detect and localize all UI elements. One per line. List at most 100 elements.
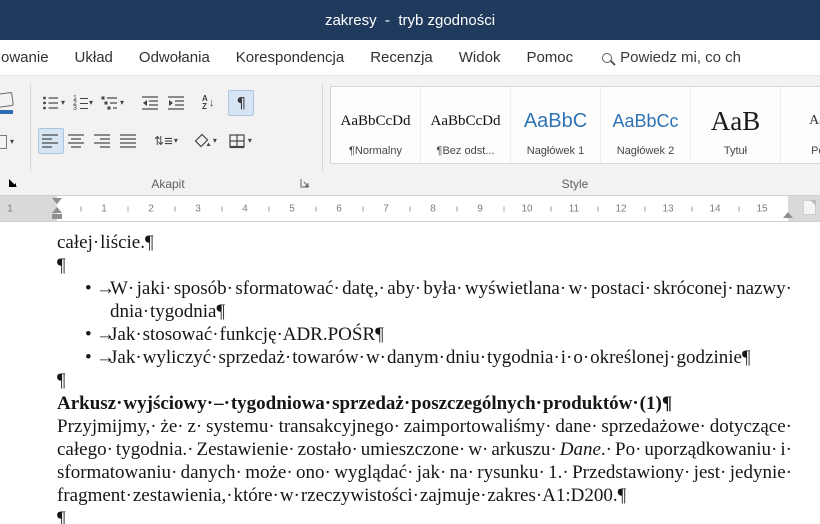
chevron-down-icon: ▾ — [212, 136, 217, 145]
first-line-indent-marker[interactable] — [52, 198, 62, 204]
numbering-button[interactable]: 1 2 3 ▾ — [69, 90, 97, 116]
paragraph[interactable]: całej· liście.¶ — [57, 231, 792, 254]
tab-widok[interactable]: Widok — [446, 49, 514, 66]
font-dialog-launcher-icon[interactable] — [6, 176, 20, 190]
bullet-marker: • — [85, 347, 92, 368]
paint-bucket-icon — [194, 133, 211, 148]
pilcrow-icon: ¶ — [236, 94, 247, 112]
empty-paragraph[interactable]: ¶ — [57, 254, 792, 277]
show-formatting-marks-button[interactable]: ¶ — [228, 90, 255, 116]
list-item[interactable]: • → W· jaki· sposób· sformatować· datę,·… — [57, 277, 792, 323]
list-item-text: Jak· wyliczyć· sprzedaż· towarów· w· dan… — [110, 347, 751, 368]
style-name: ¶Bez odst... — [436, 145, 495, 157]
italic-text: Dane — [559, 439, 601, 460]
ruler-tick — [174, 206, 175, 211]
ruler-tick — [80, 206, 81, 211]
ruler-tick — [456, 206, 457, 211]
partial-font-group-icon[interactable] — [0, 92, 17, 116]
multilevel-list-icon — [101, 96, 118, 110]
ruler-number: 9 — [477, 203, 483, 214]
paragraph-text: całej· liście.¶ — [57, 232, 154, 253]
pilcrow-mark: ¶ — [57, 255, 66, 276]
ruler-number: 12 — [615, 203, 627, 214]
right-indent-marker[interactable] — [783, 212, 793, 218]
style-item-normalny[interactable]: AaBbCcDd ¶Normalny — [331, 87, 421, 163]
line-spacing-button[interactable]: ⇅ ≡ ▾ — [150, 128, 182, 154]
ruler-tick — [550, 206, 551, 211]
tab-recenzja[interactable]: Recenzja — [357, 49, 446, 66]
sort-button[interactable]: AZ ↓ — [198, 90, 218, 116]
heading-paragraph[interactable]: Arkusz· wyjściowy· –· tygodniowa· sprzed… — [57, 392, 792, 415]
style-preview: AaBb — [809, 113, 820, 128]
ruler-tick — [691, 206, 692, 211]
line-spacing-icon: ⇅ — [154, 134, 164, 148]
ruler-tick — [221, 206, 222, 211]
page-fold-icon — [803, 200, 816, 215]
style-preview: AaBbCcDd — [340, 112, 411, 129]
title-bar: zakresy - tryb zgodności — [0, 0, 820, 40]
style-item-tytul[interactable]: AaB Tytuł — [691, 87, 781, 163]
group-separator — [30, 84, 31, 171]
align-left-button[interactable] — [38, 128, 64, 154]
body-paragraph[interactable]: Przyjmijmy,· że· z· systemu· transakcyjn… — [57, 415, 792, 507]
style-preview: AaBbCc — [612, 110, 679, 131]
tab-partial-projektowanie[interactable]: owanie — [0, 49, 62, 66]
shading-button[interactable]: ▾ — [190, 128, 221, 154]
ruler-number: 4 — [242, 203, 248, 214]
borders-button[interactable]: ▾ — [225, 128, 256, 154]
tell-me-search[interactable]: Powiedz mi, co ch — [602, 49, 820, 66]
tab-odwolania[interactable]: Odwołania — [126, 49, 223, 66]
sort-az-icon: AZ — [202, 94, 208, 111]
chevron-down-icon: ▾ — [120, 98, 125, 107]
style-name: Nagłówek 1 — [526, 145, 585, 157]
left-indent-marker[interactable] — [52, 214, 62, 219]
ruler-tick — [315, 206, 316, 211]
ribbon: ▾ ▾ 1 2 3 ▾ ▾ A Z ↓ ¶ ⇅ ≡ ▾ ▾ ▾ Akapit A… — [0, 76, 820, 196]
list-item[interactable]: • → Jak· stosować· funkcję· ADR.POŚR¶ — [57, 323, 792, 346]
ribbon-tab-row: owanie Układ Odwołania Korespondencja Re… — [0, 40, 820, 76]
ruler-number: 14 — [709, 203, 721, 214]
bullets-button[interactable]: ▾ — [38, 90, 69, 116]
style-name: Pod... — [811, 145, 820, 157]
empty-paragraph[interactable]: ¶ — [57, 369, 792, 392]
empty-paragraph[interactable]: ¶ — [57, 507, 792, 524]
align-center-button[interactable] — [64, 128, 90, 154]
ruler-number: 8 — [430, 203, 436, 214]
partial-font-group-dropdown[interactable]: ▾ — [0, 132, 14, 152]
hanging-indent-marker[interactable] — [52, 207, 62, 213]
align-right-icon — [94, 134, 110, 148]
bullet-marker: • — [85, 324, 92, 345]
chevron-down-icon: ▾ — [247, 136, 252, 145]
ruler-number: 1 — [101, 203, 107, 214]
styles-gallery: AaBbCcDd ¶Normalny AaBbCcDd ¶Bez odst...… — [330, 86, 820, 164]
style-item-naglowek-1[interactable]: AaBbC Nagłówek 1 — [511, 87, 601, 163]
tab-uklad[interactable]: Układ — [62, 49, 126, 66]
ruler-number: 5 — [289, 203, 295, 214]
style-name: ¶Normalny — [349, 145, 402, 157]
increase-indent-button[interactable] — [164, 90, 190, 116]
style-item-podtytul[interactable]: AaBb Pod... — [781, 87, 820, 163]
ruler-tick — [738, 206, 739, 211]
tab-mark: → — [96, 324, 115, 345]
justify-button[interactable] — [116, 128, 142, 154]
ruler-number: 13 — [662, 203, 674, 214]
borders-icon — [229, 134, 245, 149]
align-right-button[interactable] — [90, 128, 116, 154]
tab-korespondencja[interactable]: Korespondencja — [223, 49, 357, 66]
paragraph-group-row2: ⇅ ≡ ▾ ▾ ▾ — [38, 128, 256, 154]
style-item-bez-odstepow[interactable]: AaBbCcDd ¶Bez odst... — [421, 87, 511, 163]
multilevel-list-button[interactable]: ▾ — [97, 90, 128, 116]
lines-icon: ≡ — [164, 132, 173, 150]
arrow-down-icon: ↓ — [208, 97, 215, 109]
ruler-tick — [644, 206, 645, 211]
document-page[interactable]: całej· liście.¶ ¶ • → W· jaki· sposób· s… — [0, 222, 820, 524]
chevron-down-icon: ▾ — [173, 136, 178, 145]
tab-pomoc[interactable]: Pomoc — [513, 49, 586, 66]
style-item-naglowek-2[interactable]: AaBbCc Nagłówek 2 — [601, 87, 691, 163]
list-item[interactable]: • → Jak· wyliczyć· sprzedaż· towarów· w·… — [57, 346, 792, 369]
pilcrow-mark: ¶ — [57, 508, 66, 524]
paragraph-dialog-launcher-icon[interactable] — [298, 176, 312, 190]
ruler-number: 11 — [568, 203, 580, 214]
bullet-marker: • — [85, 278, 92, 299]
decrease-indent-button[interactable] — [138, 90, 164, 116]
